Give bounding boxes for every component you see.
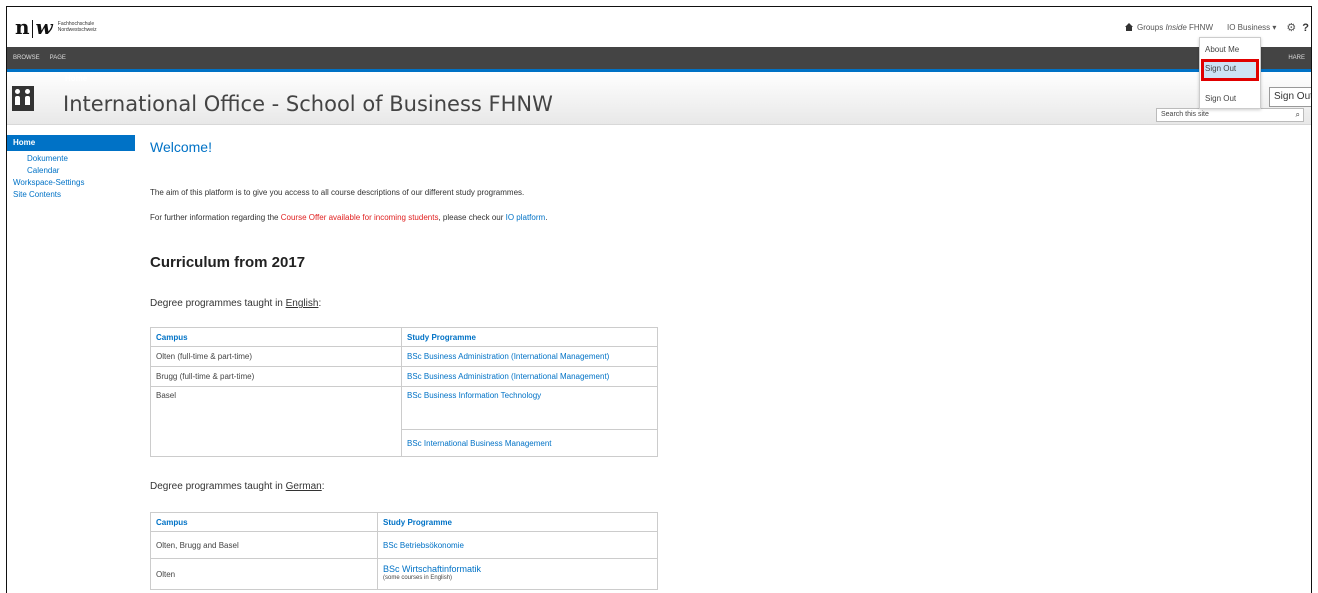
tooltip: Sign Out [1269,87,1311,107]
programme-link[interactable]: BSc Business Information Technology [401,386,658,430]
io-platform-link[interactable]: IO platform [506,213,546,222]
table-row: Olten, Brugg and Basel BSc Betriebsökono… [150,531,658,559]
logo-line2: Nordwestschweiz [57,27,97,34]
nav-item-workspace-settings[interactable]: Workspace-Settings [7,175,135,187]
sign-out-menu-item-2[interactable]: Sign Out [1205,94,1236,103]
title-area: Home International Office - School of Bu… [7,72,1311,125]
curriculum-heading: Curriculum from 2017 [150,254,306,271]
home-icon [1124,23,1134,32]
fhnw-logo[interactable]: nw Fachhochschule Nordwestschweiz [15,17,97,38]
logo-n: n [15,15,30,39]
table-header-row: Campus Study Programme [150,327,658,347]
nav-item-site-contents[interactable]: Site Contents [7,187,135,199]
nav-item-home[interactable]: Home [7,135,135,151]
left-navigation: Home Dokumente Calendar Workspace-Settin… [7,135,135,199]
english-programmes-label: Degree programmes taught in English: [150,298,322,309]
table-row: Olten (full-time & part-time) BSc Busine… [150,346,658,367]
programme-link[interactable]: BSc Business Administration (Internation… [401,366,658,387]
course-offer-link[interactable]: Course Offer available for incoming stud… [281,213,439,222]
search-placeholder: Search this site [1161,111,1209,118]
table-row: Olten BSc Wirtschaftinformatik (some cou… [150,558,658,590]
user-menu[interactable]: IO Business ▾ [1227,23,1276,32]
campus-cell: Olten [150,558,378,590]
german-programmes-table: Campus Study Programme Olten, Brugg and … [150,512,658,590]
logo-w: w [35,15,53,39]
people-icon[interactable] [12,86,34,111]
nav-item-calendar[interactable]: Calendar [7,163,135,175]
about-me-menu-item[interactable]: About Me [1205,45,1239,54]
programme-link[interactable]: BSc Wirtschaftinformatik [383,565,652,574]
programme-link[interactable]: BSc Business Administration (Internation… [401,346,658,367]
programme-note: (some courses in English) [383,575,453,581]
tab-page[interactable]: PAGE [50,55,66,61]
groups-label: Groups Inside FHNW [1136,23,1214,32]
table-header-row: Campus Study Programme [150,512,658,532]
search-input[interactable]: Search this site ⌕ [1156,108,1304,122]
main-content: Welcome! The aim of this platform is to … [150,135,1250,590]
gear-icon[interactable]: ⚙ [1286,21,1296,34]
column-header-programme: Study Programme [401,327,658,347]
logo-text: Fachhochschule Nordwestschweiz [58,21,97,33]
campus-cell: Olten (full-time & part-time) [150,346,402,367]
column-header-campus: Campus [150,512,378,532]
intro-text: The aim of this platform is to give you … [150,188,525,197]
further-info-text: For further information regarding the Co… [150,213,548,222]
programme-link[interactable]: BSc Betriebsökonomie [377,531,658,559]
logo-mark: nw [15,15,53,39]
search-icon[interactable]: ⌕ [1296,110,1300,120]
column-header-programme: Study Programme [377,512,658,532]
page-title[interactable]: International Office - School of Busines… [63,92,553,116]
campus-cell: Brugg (full-time & part-time) [150,366,402,387]
browser-frame: nw Fachhochschule Nordwestschweiz Groups… [6,6,1312,593]
german-programmes-label: Degree programmes taught in German: [150,481,325,492]
suite-links: Groups Inside FHNW IO Business ▾ ⚙ ? [1124,21,1311,34]
share-button[interactable]: HARE [1288,55,1305,61]
help-icon[interactable]: ? [1302,22,1309,34]
programme-cell: BSc Wirtschaftinformatik (some courses i… [377,558,658,590]
column-header-campus: Campus [150,327,402,347]
tab-browse[interactable]: BROWSE [13,55,40,61]
groups-link[interactable]: Groups Inside FHNW [1124,23,1213,32]
breadcrumb[interactable]: Home [65,74,87,83]
english-programmes-table: Campus Study Programme Olten (full-time … [150,327,658,457]
programme-link[interactable]: BSc International Business Management [401,429,658,457]
highlight-annotation [1201,59,1259,81]
campus-cell: Olten, Brugg and Basel [150,531,378,559]
table-row: Brugg (full-time & part-time) BSc Busine… [150,366,658,387]
table-row: Basel BSc Business Information Technolog… [150,386,658,457]
campus-cell: Basel [150,386,402,457]
nav-item-dokumente[interactable]: Dokumente [7,151,135,163]
suite-bar: nw Fachhochschule Nordwestschweiz Groups… [7,7,1311,45]
ribbon-bar: BROWSE PAGE HARE [7,47,1311,69]
welcome-heading: Welcome! [150,139,212,155]
